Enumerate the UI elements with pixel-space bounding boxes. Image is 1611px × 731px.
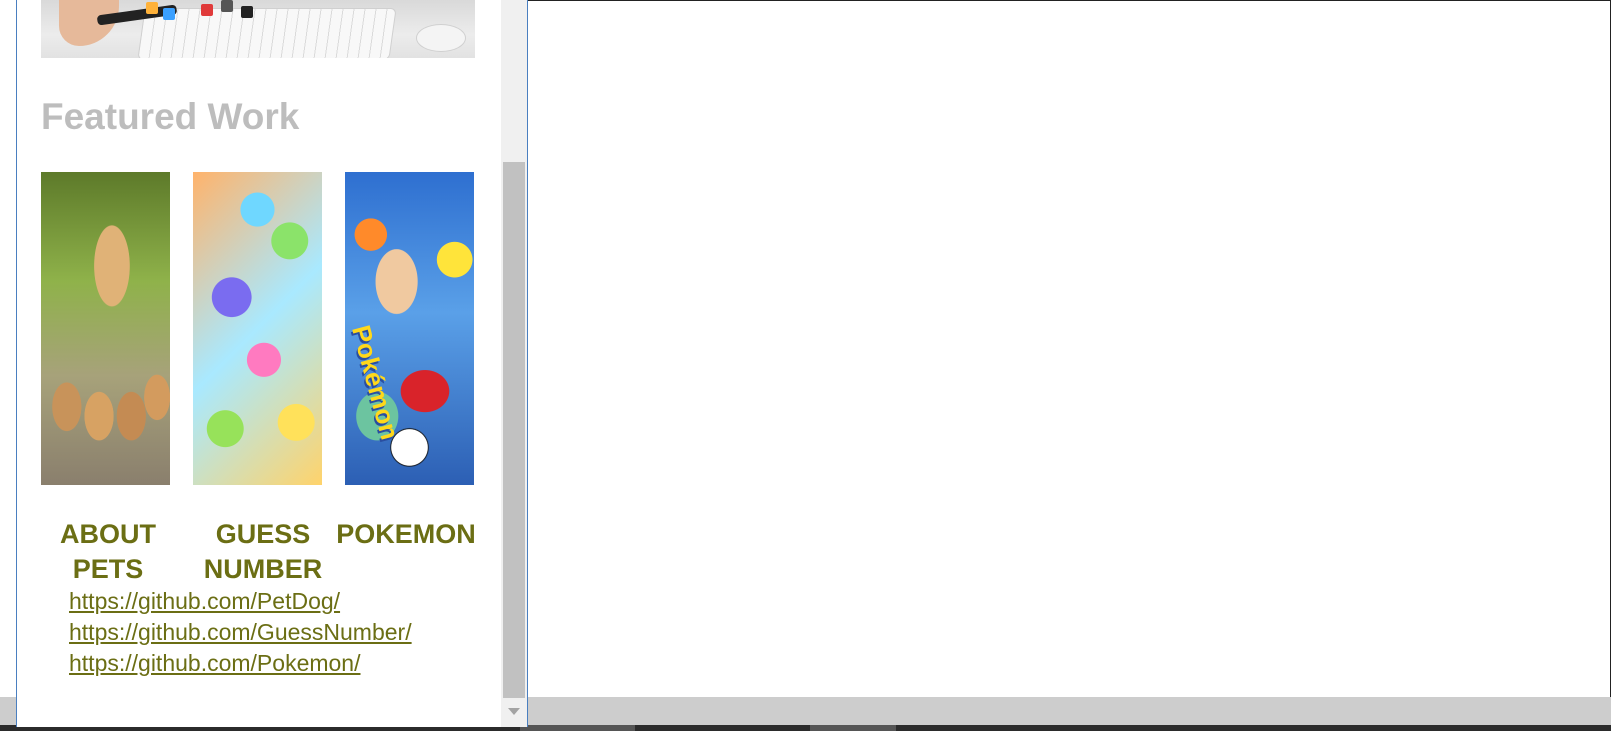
link-pokemon[interactable]: https://github.com/Pokemon/ [69,648,412,679]
browser-window: Featured Work Pokémon ABOUT PETS GUESS N… [16,0,528,727]
project-title-guess-number: GUESS NUMBER [203,519,323,584]
taskbar-segment [520,725,635,731]
project-thumbnail-pokemon[interactable]: Pokémon [345,172,474,485]
link-guessnumber[interactable]: https://github.com/GuessNumber/ [69,617,412,648]
hero-image [41,0,475,58]
app-icon [146,2,158,14]
featured-work-heading: Featured Work [41,96,300,137]
empty-content-pane [528,0,1611,697]
vertical-scrollbar[interactable] [501,0,527,727]
app-icon [163,8,175,20]
app-icon [201,4,213,16]
keyboard-illustration [137,8,397,58]
page-content: Featured Work Pokémon ABOUT PETS GUESS N… [17,0,501,727]
mouse-illustration [416,24,466,52]
app-icon [221,0,233,12]
project-title-pokemon: POKEMON [336,519,476,549]
project-thumbnail-pets[interactable] [41,172,170,485]
scrollbar-thumb[interactable] [503,162,525,698]
taskbar-segment [810,725,896,731]
pokemon-logo: Pokémon [346,322,406,443]
project-links: https://github.com/PetDog/ https://githu… [69,586,412,679]
project-title-pets: ABOUT PETS [60,519,156,584]
chevron-down-icon[interactable] [508,708,520,715]
app-icon [241,6,253,18]
project-thumbnail-guess-number[interactable] [193,172,322,485]
link-petdog[interactable]: https://github.com/PetDog/ [69,586,412,617]
